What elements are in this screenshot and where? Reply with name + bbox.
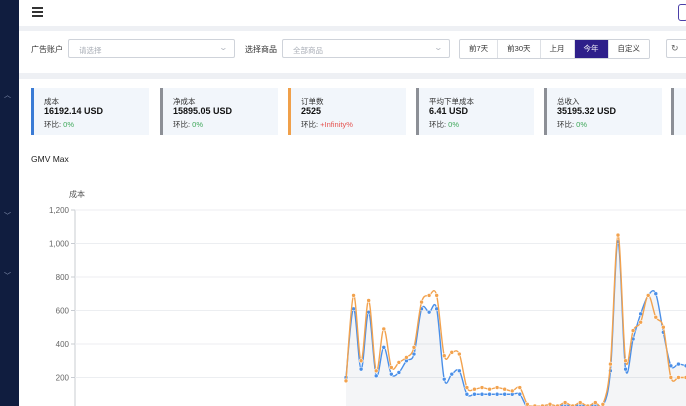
data-point: [623, 366, 628, 372]
data-point: [547, 402, 553, 406]
data-point: [676, 361, 681, 367]
data-point: [509, 388, 515, 394]
data-point: [502, 386, 507, 392]
product-placeholder: 全部商品: [293, 46, 323, 55]
data-point: [653, 314, 659, 320]
data-point: [562, 400, 568, 405]
data-point: [366, 298, 371, 303]
data-point: [426, 309, 432, 315]
y-tick-label: 600: [56, 307, 70, 316]
data-point: [343, 378, 349, 384]
product-select[interactable]: 全部商品 ⌄: [282, 39, 450, 58]
top-right-button[interactable]: [678, 4, 686, 21]
data-point: [426, 293, 432, 298]
chevron-down-icon: ⌄: [218, 43, 229, 52]
data-point: [623, 358, 628, 364]
data-point: [411, 345, 417, 350]
date-range-tabs: 前7天 前30天 上月 今年 自定义: [459, 39, 651, 59]
range-tab[interactable]: 自定义: [608, 40, 650, 58]
data-point: [577, 400, 583, 405]
refresh-button[interactable]: ↻: [666, 39, 686, 58]
data-point: [487, 391, 492, 397]
data-point: [358, 358, 364, 364]
data-point: [479, 391, 485, 397]
product-label: 选择商品: [245, 45, 277, 54]
account-placeholder: 请选择: [79, 46, 102, 55]
data-point: [419, 299, 424, 305]
data-point: [615, 232, 621, 238]
range-tab[interactable]: 前7天: [460, 40, 499, 58]
y-tick-label: 200: [56, 374, 70, 383]
series-area: [346, 241, 686, 406]
data-point: [472, 386, 477, 392]
data-point: [502, 391, 507, 397]
chevron-up-icon[interactable]: ︿: [4, 90, 11, 100]
data-point: [593, 400, 598, 405]
top-bar: [19, 0, 686, 26]
data-point: [449, 371, 455, 377]
sidebar-nav: ︿ ﹀ ﹀: [0, 0, 19, 406]
y-tick-label: 1,000: [49, 240, 70, 249]
data-point: [404, 355, 409, 360]
data-point: [517, 385, 523, 390]
chevron-down-icon[interactable]: ﹀: [4, 211, 11, 221]
data-point: [351, 293, 356, 298]
data-point: [441, 353, 447, 359]
data-point: [441, 376, 447, 382]
data-point: [389, 365, 394, 370]
data-point: [608, 361, 613, 367]
range-tab[interactable]: 前30天: [498, 40, 541, 58]
data-point: [638, 319, 643, 325]
data-point: [517, 391, 523, 397]
data-point: [525, 402, 530, 406]
range-tab[interactable]: 今年: [574, 40, 609, 58]
data-point: [668, 375, 674, 380]
data-point: [661, 324, 666, 330]
data-point: [358, 366, 364, 372]
data-point: [494, 391, 500, 397]
menu-icon[interactable]: [32, 7, 43, 17]
data-point: [600, 402, 606, 406]
data-point: [373, 373, 379, 379]
data-point: [645, 293, 651, 298]
refresh-icon: ↻: [671, 43, 679, 53]
main-panel: 成本 16192.14 USD 环比: 0% 净成本 15895.05 USD …: [19, 79, 686, 406]
data-point: [464, 385, 470, 390]
data-point: [494, 385, 500, 390]
data-point: [653, 291, 659, 297]
data-point: [630, 328, 636, 333]
account-select[interactable]: 请选择 ⌄: [68, 39, 235, 58]
data-point: [487, 386, 492, 392]
y-axis-label: 成本: [69, 189, 85, 199]
data-point: [396, 370, 402, 375]
data-point: [396, 360, 402, 365]
account-label: 广告账户: [31, 45, 63, 54]
data-point: [676, 375, 681, 380]
y-tick-label: 400: [56, 340, 70, 349]
range-tab[interactable]: 上月: [540, 40, 575, 58]
chevron-down-icon[interactable]: ﹀: [4, 271, 11, 281]
data-point: [457, 351, 462, 357]
data-point: [434, 293, 439, 298]
data-point: [479, 385, 485, 390]
data-point: [381, 345, 387, 350]
data-point: [472, 391, 477, 397]
chevron-down-icon: ⌄: [433, 43, 444, 52]
data-point: [457, 368, 462, 374]
data-point: [381, 326, 387, 332]
line-chart: 200 400 600 800 1,000 1,200 成本: [49, 189, 686, 406]
y-tick-label: 1,200: [49, 206, 70, 215]
filter-bar: 广告账户 请选择 ⌄ 选择商品 全部商品 ⌄ 前7天 前30天 上月 今年 自定…: [19, 31, 686, 73]
data-point: [373, 368, 379, 374]
data-point: [464, 391, 470, 397]
data-point: [389, 371, 394, 377]
y-tick-label: 800: [56, 273, 70, 282]
data-point: [449, 350, 455, 355]
